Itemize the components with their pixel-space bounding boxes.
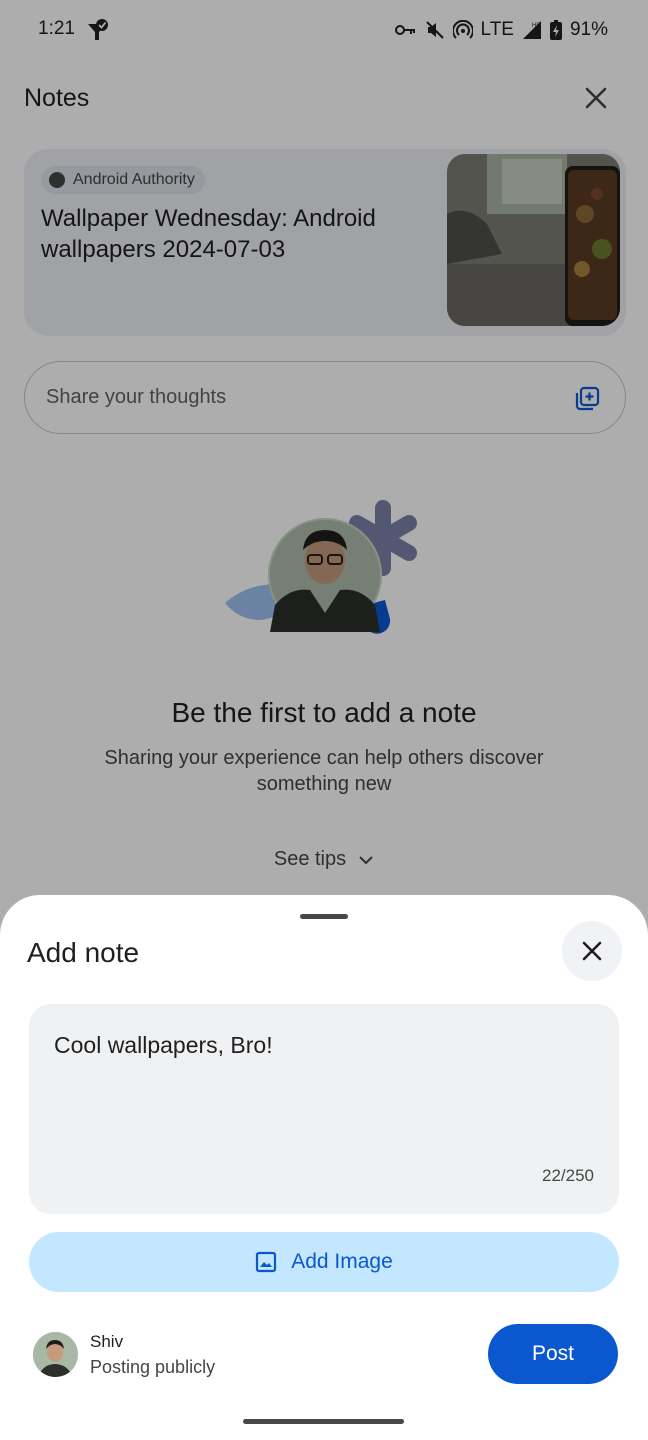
note-textarea[interactable]: Cool wallpapers, Bro! 22/250 [29,1004,619,1214]
drag-handle[interactable] [300,914,348,919]
note-text: Cool wallpapers, Bro! [54,1032,273,1058]
add-image-label: Add Image [291,1250,393,1273]
post-button[interactable]: Post [488,1324,618,1384]
posting-status: Posting publicly [90,1357,216,1377]
close-icon [582,941,602,961]
avatar [33,1332,78,1377]
char-counter: 22/250 [542,1166,594,1185]
sheet-title: Add note [27,937,140,968]
add-image-button[interactable]: Add Image [29,1232,619,1292]
image-icon [256,1251,277,1273]
user-name: Shiv [90,1332,124,1351]
close-sheet-button[interactable] [562,921,622,981]
navigation-handle[interactable] [243,1419,404,1424]
add-note-sheet: Add note Cool wallpapers, Bro! 22/250 Ad… [0,895,648,1440]
